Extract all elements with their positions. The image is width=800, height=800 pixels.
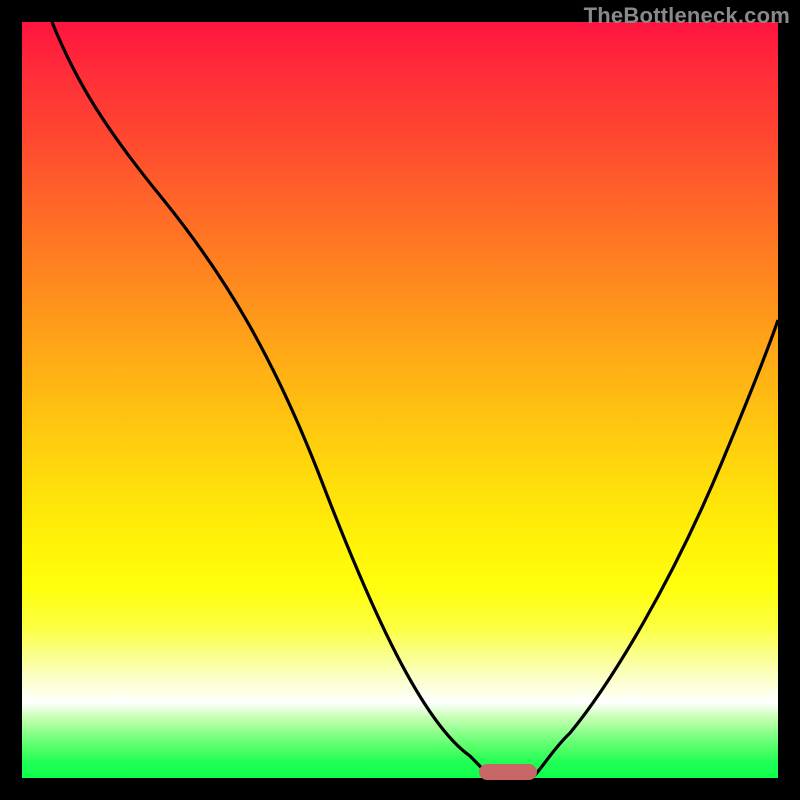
optimal-marker: [479, 764, 537, 780]
watermark-text: TheBottleneck.com: [584, 3, 790, 29]
chart-background-gradient: [22, 22, 778, 778]
chart-frame: [22, 22, 778, 778]
